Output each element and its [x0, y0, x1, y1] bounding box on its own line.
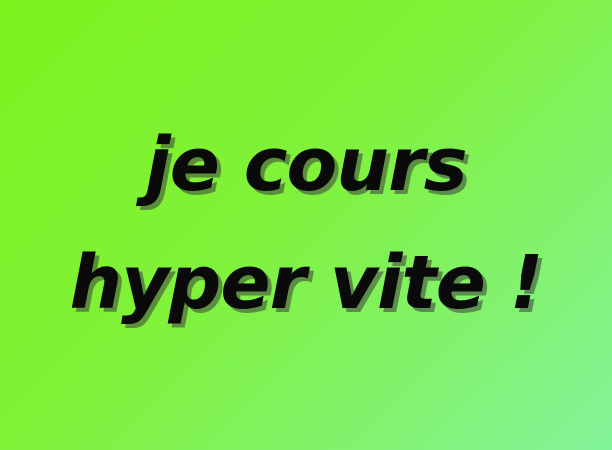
- green-gradient-background: je cours hyper vite !: [0, 0, 612, 450]
- caption-line-1: je cours: [145, 122, 467, 208]
- caption-line-2: hyper vite !: [69, 240, 543, 326]
